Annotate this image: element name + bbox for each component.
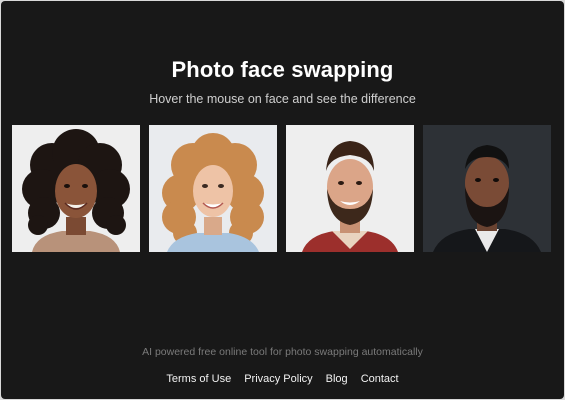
face-photo-1[interactable] <box>12 125 140 252</box>
privacy-policy-link[interactable]: Privacy Policy <box>244 373 312 385</box>
terms-of-use-link[interactable]: Terms of Use <box>166 373 231 385</box>
portrait-woman-curly-blonde-hair-icon <box>149 125 277 252</box>
contact-link[interactable]: Contact <box>361 373 399 385</box>
face-photo-2[interactable] <box>149 125 277 252</box>
app-frame: Photo face swapping Hover the mouse on f… <box>1 1 564 399</box>
page-title: Photo face swapping <box>171 57 394 82</box>
portrait-man-beard-dark-bg-icon <box>423 125 551 252</box>
face-gallery <box>12 125 551 252</box>
footer-nav: Terms of Use Privacy Policy Blog Contact <box>1 373 564 385</box>
portrait-woman-curly-dark-hair-icon <box>12 125 140 252</box>
blog-link[interactable]: Blog <box>326 373 348 385</box>
page-subtitle: Hover the mouse on face and see the diff… <box>149 92 416 106</box>
face-photo-4[interactable] <box>423 125 551 252</box>
face-photo-3[interactable] <box>286 125 414 252</box>
tagline: AI powered free online tool for photo sw… <box>142 346 423 358</box>
portrait-man-beard-smiling-icon <box>286 125 414 252</box>
